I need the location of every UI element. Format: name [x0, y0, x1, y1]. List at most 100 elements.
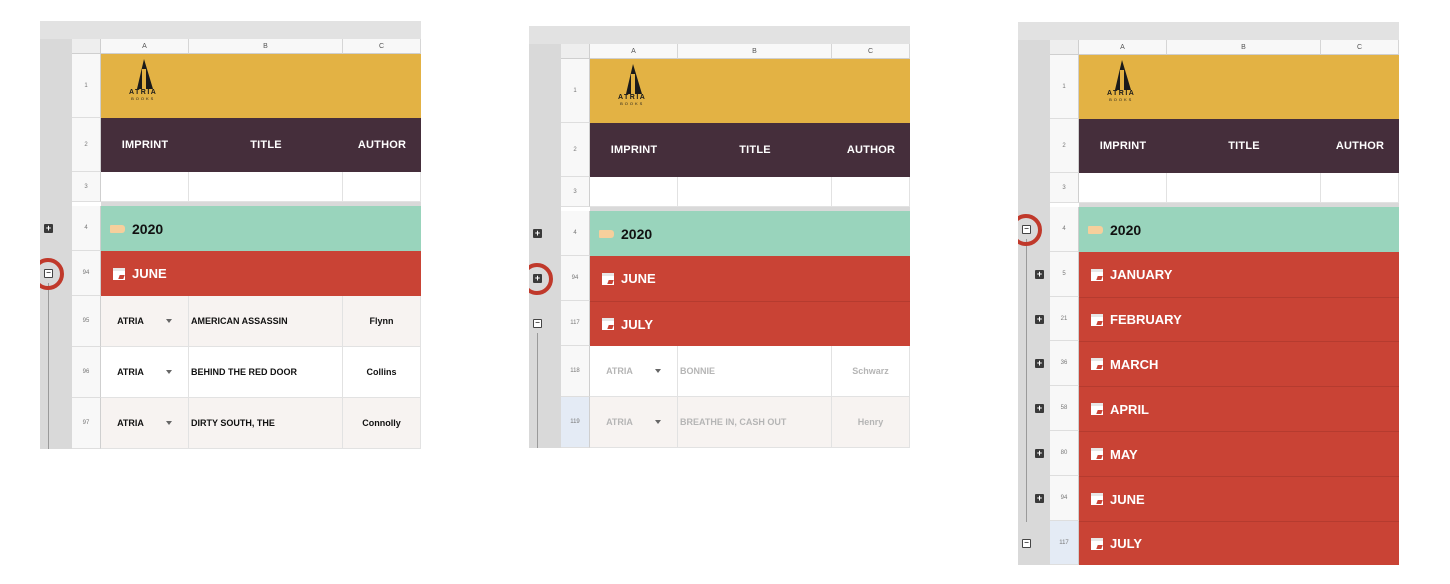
row-number[interactable]: 97	[72, 398, 101, 449]
column-header-a[interactable]: A	[590, 44, 678, 59]
row-number[interactable]: 2	[72, 118, 101, 172]
column-header-c[interactable]: C	[343, 39, 421, 54]
month-row-may[interactable]: MAY	[1079, 431, 1399, 476]
title-cell[interactable]: AMERICAN ASSASSIN	[189, 296, 343, 347]
column-header-b[interactable]: B	[189, 39, 343, 54]
row-number[interactable]: 21	[1050, 297, 1079, 341]
row-number[interactable]: 2	[1050, 119, 1079, 173]
empty-cell[interactable]	[1079, 173, 1167, 203]
group-gutter	[40, 21, 72, 449]
title-cell[interactable]: BREATHE IN, CASH OUT	[678, 397, 832, 448]
row-number[interactable]: 94	[1050, 476, 1079, 521]
calendar-icon	[602, 318, 614, 330]
month-row-january[interactable]: JANUARY	[1079, 252, 1399, 297]
toolbar-strip	[1018, 22, 1399, 40]
imprint-value: ATRIA	[117, 316, 144, 326]
row-number[interactable]: 4	[72, 206, 101, 251]
imprint-dropdown[interactable]: ATRIA	[101, 398, 189, 449]
expand-group-button[interactable]: +	[44, 224, 53, 233]
author-cell[interactable]: Flynn	[343, 296, 421, 347]
title-cell[interactable]: BONNIE	[678, 346, 832, 397]
dropdown-caret-icon[interactable]	[165, 319, 172, 323]
tag-icon	[599, 229, 614, 238]
expand-group-button[interactable]: +	[533, 229, 542, 238]
month-row-july[interactable]: JULY	[590, 301, 910, 346]
row-number[interactable]: 95	[72, 296, 101, 347]
empty-cell[interactable]	[343, 172, 421, 202]
title-cell[interactable]: BEHIND THE RED DOOR	[189, 347, 343, 398]
expand-group-button[interactable]: +	[1035, 494, 1044, 503]
empty-cell[interactable]	[590, 177, 678, 207]
author-cell[interactable]: Schwarz	[832, 346, 910, 397]
row-number[interactable]: 3	[72, 172, 101, 202]
calendar-icon	[1091, 493, 1103, 505]
dropdown-caret-icon[interactable]	[654, 420, 661, 424]
row-number[interactable]: 94	[72, 251, 101, 296]
row-number[interactable]: 4	[561, 211, 590, 256]
expand-group-button[interactable]: +	[1035, 315, 1044, 324]
empty-cell[interactable]	[832, 177, 910, 207]
row-number[interactable]: 2	[561, 123, 590, 177]
row-number-selected[interactable]: 119	[561, 397, 590, 448]
row-number[interactable]: 1	[72, 54, 101, 118]
row-number[interactable]: 1	[561, 59, 590, 123]
row-number[interactable]: 117	[561, 301, 590, 346]
expand-group-button[interactable]: +	[1035, 359, 1044, 368]
month-row-june[interactable]: JUNE	[1079, 476, 1399, 521]
imprint-dropdown[interactable]: ATRIA	[590, 397, 678, 448]
row-number[interactable]: 80	[1050, 431, 1079, 476]
empty-cell[interactable]	[678, 177, 832, 207]
toolbar-strip	[40, 21, 421, 39]
row-number[interactable]: 36	[1050, 341, 1079, 386]
year-row[interactable]: 2020	[590, 211, 910, 256]
imprint-dropdown[interactable]: ATRIA	[101, 296, 189, 347]
row-number[interactable]: 58	[1050, 386, 1079, 431]
row-number[interactable]: 4	[1050, 207, 1079, 252]
year-row[interactable]: 2020	[101, 206, 421, 251]
row-number[interactable]: 94	[561, 256, 590, 301]
empty-cell[interactable]	[1321, 173, 1399, 203]
collapse-group-button[interactable]: −	[1022, 539, 1031, 548]
row-number[interactable]: 3	[1050, 173, 1079, 203]
author-cell[interactable]: Collins	[343, 347, 421, 398]
column-header-b[interactable]: B	[678, 44, 832, 59]
column-header-c[interactable]: C	[832, 44, 910, 59]
row-number[interactable]: 96	[72, 347, 101, 398]
group-gutter	[1018, 22, 1050, 565]
expand-group-button[interactable]: +	[1035, 270, 1044, 279]
expand-group-button[interactable]: +	[1035, 404, 1044, 413]
month-row-april[interactable]: APRIL	[1079, 386, 1399, 431]
year-row[interactable]: 2020	[1079, 207, 1399, 252]
row-number[interactable]: 1	[1050, 55, 1079, 119]
author-cell[interactable]: Connolly	[343, 398, 421, 449]
empty-cell[interactable]	[189, 172, 343, 202]
dropdown-caret-icon[interactable]	[165, 421, 172, 425]
select-all-corner[interactable]	[72, 39, 101, 54]
empty-cell[interactable]	[101, 172, 189, 202]
column-header-a[interactable]: A	[1079, 40, 1167, 55]
imprint-dropdown[interactable]: ATRIA	[590, 346, 678, 397]
dropdown-caret-icon[interactable]	[654, 369, 661, 373]
select-all-corner[interactable]	[561, 44, 590, 59]
dropdown-caret-icon[interactable]	[165, 370, 172, 374]
month-row-july[interactable]: JULY	[1079, 521, 1399, 565]
empty-cell[interactable]	[1167, 173, 1321, 203]
month-row-february[interactable]: FEBRUARY	[1079, 297, 1399, 341]
row-number-selected[interactable]: 117	[1050, 521, 1079, 565]
column-header-b[interactable]: B	[1167, 40, 1321, 55]
expand-group-button[interactable]: +	[1035, 449, 1044, 458]
select-all-corner[interactable]	[1050, 40, 1079, 55]
column-header-c[interactable]: C	[1321, 40, 1399, 55]
row-number[interactable]: 118	[561, 346, 590, 397]
month-row-march[interactable]: MARCH	[1079, 341, 1399, 386]
column-header-a[interactable]: A	[101, 39, 189, 54]
calendar-icon	[1091, 403, 1103, 415]
row-number[interactable]: 3	[561, 177, 590, 207]
month-row-june[interactable]: JUNE	[101, 251, 421, 296]
title-cell[interactable]: DIRTY SOUTH, THE	[189, 398, 343, 449]
imprint-dropdown[interactable]: ATRIA	[101, 347, 189, 398]
month-row-june[interactable]: JUNE	[590, 256, 910, 301]
author-cell[interactable]: Henry	[832, 397, 910, 448]
row-number[interactable]: 5	[1050, 252, 1079, 297]
collapse-group-button[interactable]: −	[533, 319, 542, 328]
